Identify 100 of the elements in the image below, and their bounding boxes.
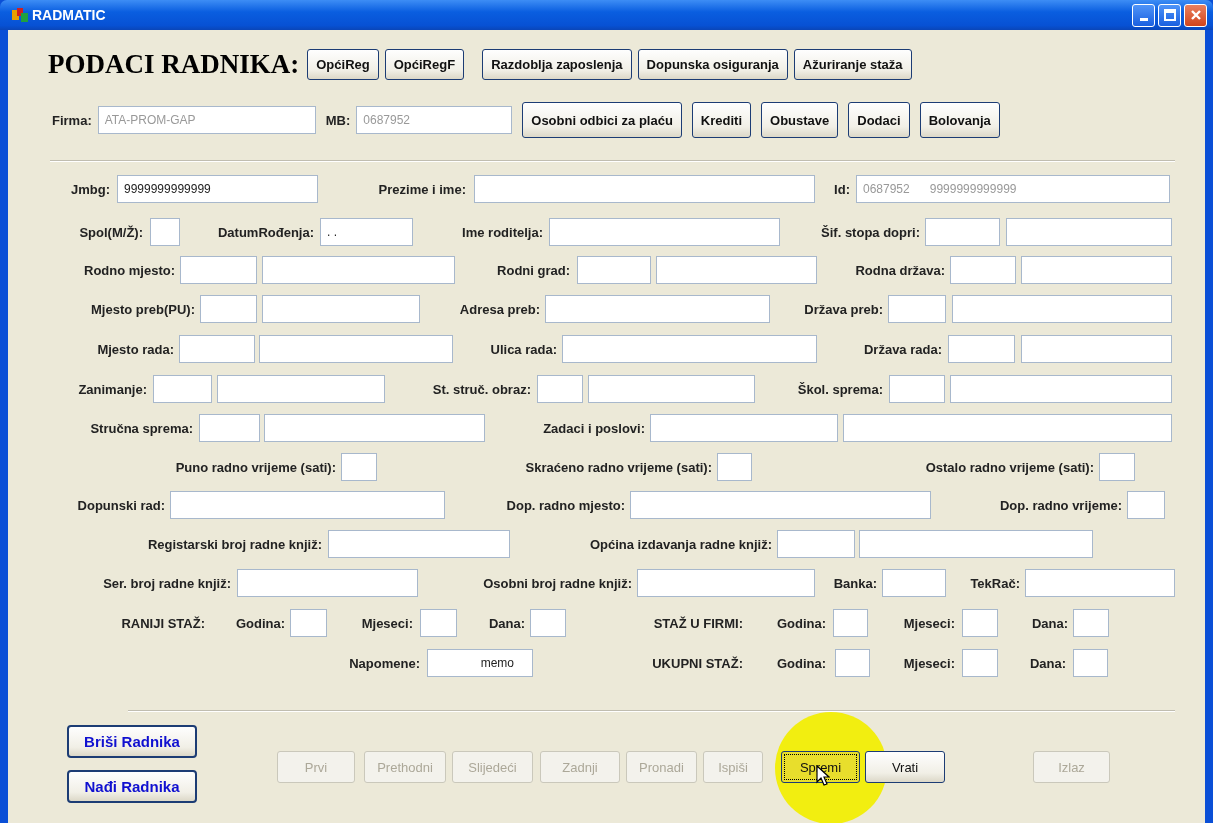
input-field[interactable] — [888, 295, 946, 323]
field-label: RANIJI STAŽ: — [120, 615, 205, 631]
input-field[interactable] — [150, 218, 180, 246]
field-label: St. struč. obraz: — [431, 381, 531, 397]
input-field[interactable] — [549, 218, 780, 246]
field-label: Ulica rada: — [489, 341, 557, 357]
field-label: Mjeseci: — [902, 615, 955, 631]
input-field[interactable] — [170, 491, 445, 519]
toolbar-button[interactable]: Osobni odbici za plaću — [522, 102, 682, 138]
close-icon — [1189, 9, 1202, 21]
field-label: Banka: — [832, 575, 877, 591]
input-field[interactable] — [962, 649, 998, 677]
field-label: Mjeseci: — [360, 615, 413, 631]
nav-button[interactable]: Vrati — [865, 751, 945, 783]
input-field[interactable] — [474, 175, 815, 203]
input-field[interactable] — [217, 375, 385, 403]
input-field[interactable] — [1127, 491, 1165, 519]
input-field[interactable] — [843, 414, 1172, 442]
input-field[interactable] — [1021, 256, 1172, 284]
field-label: DatumRođenja: — [216, 224, 314, 240]
input-field[interactable] — [1006, 218, 1172, 246]
input-field[interactable] — [153, 375, 212, 403]
window-title: RADMATIC — [32, 7, 107, 23]
toolbar-button[interactable]: Krediti — [691, 102, 752, 138]
toolbar-button[interactable]: Dodaci — [848, 102, 910, 138]
field-label: Adresa preb: — [458, 301, 540, 317]
input-field[interactable] — [1099, 453, 1135, 481]
input-field[interactable] — [328, 530, 510, 558]
input-field[interactable] — [889, 375, 945, 403]
field-label: Država preb: — [803, 301, 883, 317]
input-field[interactable] — [952, 295, 1172, 323]
input-field[interactable] — [290, 609, 327, 637]
minimize-icon — [1139, 18, 1148, 21]
input-field[interactable] — [530, 609, 566, 637]
input-field[interactable] — [650, 414, 838, 442]
record-button[interactable]: Briši Radnika — [67, 725, 197, 758]
input-field[interactable] — [656, 256, 817, 284]
field-label: Država rada: — [862, 341, 942, 357]
input-field[interactable] — [179, 335, 255, 363]
close-button[interactable] — [1184, 3, 1207, 27]
input-field[interactable] — [537, 375, 583, 403]
input-field[interactable] — [948, 335, 1015, 363]
input-field[interactable] — [562, 335, 817, 363]
field-label: Šif. stopa dopri: — [820, 224, 920, 240]
input-field[interactable] — [1073, 609, 1109, 637]
field-label: Godina: — [234, 615, 285, 631]
input-field[interactable]: 9999999999999 — [117, 175, 318, 203]
toolbar-button[interactable]: Razdoblja zaposlenja — [482, 49, 632, 80]
toolbar-button[interactable]: OpćiReg — [307, 49, 379, 80]
input-field[interactable] — [1021, 335, 1172, 363]
field-label: TekRač: — [969, 575, 1020, 591]
field-label: Rodni grad: — [496, 262, 570, 278]
input-field[interactable] — [925, 218, 1000, 246]
field-label: Id: — [833, 181, 850, 197]
input-field[interactable]: memo — [427, 649, 533, 677]
toolbar-button[interactable]: OpćiRegF — [384, 49, 465, 80]
field-label: Spol(M/Ž): — [78, 224, 143, 240]
input-field[interactable] — [717, 453, 752, 481]
field-label: Dop. radno mjesto: — [505, 497, 625, 513]
input-field[interactable] — [630, 491, 931, 519]
input-field[interactable] — [962, 609, 998, 637]
field-label: Dana: — [1030, 615, 1068, 631]
input-field[interactable] — [341, 453, 377, 481]
input-field[interactable] — [1073, 649, 1108, 677]
input-field[interactable]: . . — [320, 218, 413, 246]
input-field[interactable] — [833, 609, 868, 637]
input-field[interactable] — [950, 256, 1016, 284]
input-field[interactable] — [262, 256, 455, 284]
input-field[interactable] — [180, 256, 257, 284]
field-label: Dop. radno vrijeme: — [998, 497, 1122, 513]
field-label: Jmbg: — [70, 181, 110, 197]
input-field[interactable] — [237, 569, 418, 597]
toolbar-button[interactable]: Ažuriranje staža — [793, 49, 912, 80]
input-field[interactable] — [950, 375, 1172, 403]
maximize-button[interactable] — [1158, 3, 1181, 27]
field-label: Puno radno vrijeme (sati): — [174, 459, 336, 475]
field-label: Ime roditelja: — [461, 224, 543, 240]
input-field[interactable] — [1025, 569, 1175, 597]
toolbar-button[interactable]: Dopunska osiguranja — [637, 49, 788, 80]
input-field[interactable] — [637, 569, 815, 597]
record-button[interactable]: Nađi Radnika — [67, 770, 197, 803]
field-label: Dana: — [1028, 655, 1066, 671]
minimize-button[interactable] — [1132, 3, 1155, 27]
field-label: Napomene: — [348, 655, 420, 671]
input-field[interactable] — [199, 414, 260, 442]
input-field[interactable] — [262, 295, 420, 323]
input-field[interactable] — [577, 256, 651, 284]
input-field[interactable] — [859, 530, 1093, 558]
input-field[interactable] — [588, 375, 755, 403]
input-field[interactable] — [777, 530, 855, 558]
input-field[interactable] — [882, 569, 946, 597]
input-field[interactable] — [835, 649, 870, 677]
input-field[interactable] — [545, 295, 770, 323]
input-field[interactable] — [264, 414, 485, 442]
toolbar-button[interactable]: Bolovanja — [919, 102, 1000, 138]
field-label: Škol. sprema: — [796, 381, 883, 397]
input-field[interactable] — [200, 295, 257, 323]
toolbar-button[interactable]: Obustave — [761, 102, 839, 138]
input-field[interactable] — [259, 335, 453, 363]
input-field[interactable] — [420, 609, 457, 637]
